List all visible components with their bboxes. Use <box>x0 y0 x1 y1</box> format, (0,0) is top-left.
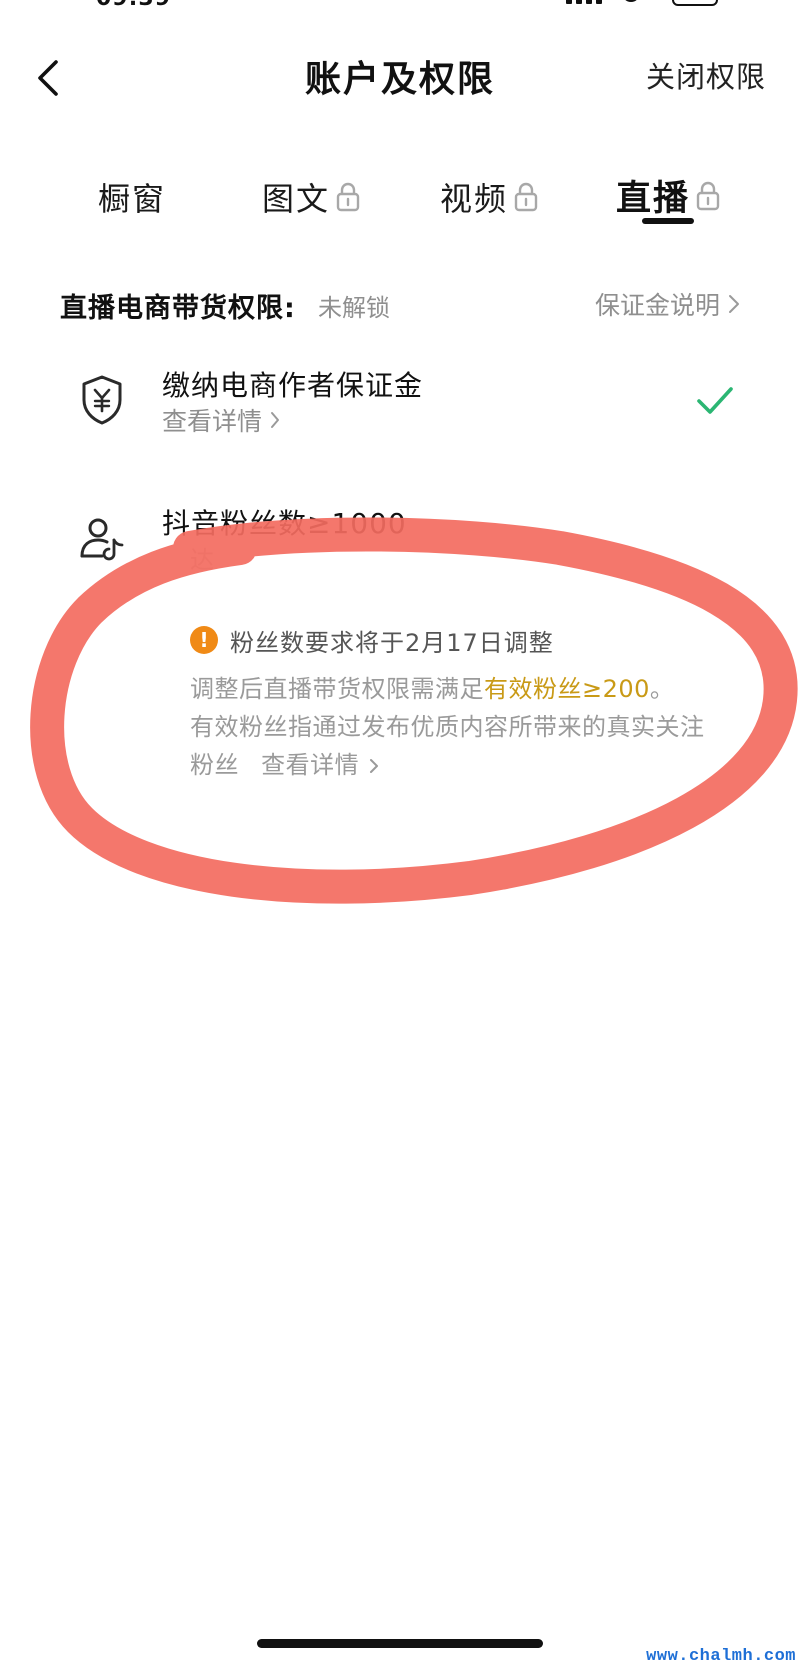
requirement-deposit: 缴纳电商作者保证金 查看详情 <box>0 360 800 450</box>
deposit-info-link[interactable]: 保证金说明 <box>595 286 740 322</box>
fans-adjust-notice: ! 粉丝数要求将于2月17日调整 调整后直播带货权限需满足有效粉丝≥200。 有… <box>190 622 710 784</box>
tab-label: 橱窗 <box>98 180 167 218</box>
requirement-detail-label: 查看详情 <box>162 407 263 436</box>
nav-header: 账户及权限 关闭权限 <box>0 40 800 120</box>
notice-body-suffix: 。 <box>649 675 675 703</box>
requirement-status: 达 <box>190 546 214 574</box>
chevron-right-icon <box>271 412 280 428</box>
watermark: www.chalmh.com <box>646 1647 796 1666</box>
tab-video[interactable]: 视频 <box>440 174 540 220</box>
notice-detail-link[interactable]: 查看详情 <box>261 751 379 779</box>
tab-showcase[interactable]: 橱窗 <box>98 174 166 220</box>
battery-icon <box>672 0 718 6</box>
deposit-info-label: 保证金说明 <box>594 291 720 320</box>
warning-icon: ! <box>190 626 218 654</box>
tab-label: 视频 <box>440 180 509 218</box>
lock-icon <box>696 181 720 210</box>
tab-live[interactable]: 直播 <box>616 170 722 221</box>
active-tab-indicator <box>642 218 694 224</box>
lock-icon <box>514 182 538 212</box>
wifi-icon <box>622 0 640 2</box>
home-indicator[interactable] <box>257 1639 543 1648</box>
section-title: 直播电商带货权限: <box>60 293 296 324</box>
user-music-icon <box>80 518 124 561</box>
notice-body: 调整后直播带货权限需满足有效粉丝≥200。 有效粉丝指通过发布优质内容所带来的真… <box>190 670 710 784</box>
tab-label: 直播 <box>616 179 691 219</box>
notice-title: 粉丝数要求将于2月17日调整 <box>230 628 554 657</box>
status-bar: 09:39 <box>0 0 800 24</box>
notice-highlight: 有效粉丝≥200 <box>484 675 650 703</box>
tab-graphic[interactable]: 图文 <box>262 174 362 220</box>
lock-icon <box>336 182 360 212</box>
notice-body-prefix: 调整后直播带货权限需满足 <box>190 675 484 703</box>
notice-detail-label: 查看详情 <box>261 751 360 779</box>
requirement-detail-link[interactable]: 查看详情 <box>162 402 280 438</box>
status-time: 09:39 <box>96 0 171 11</box>
tab-bar: 橱窗 图文 视频 直播 <box>0 160 800 240</box>
requirement-title: 缴纳电商作者保证金 <box>162 369 424 402</box>
notice-header: ! 粉丝数要求将于2月17日调整 <box>190 622 710 658</box>
check-icon <box>697 387 733 414</box>
requirement-title: 抖音粉丝数≥1000 <box>162 507 407 540</box>
annotation-circle <box>30 517 798 904</box>
signal-icon <box>566 0 606 4</box>
requirement-fans: 抖音粉丝数≥1000 达 <box>0 500 800 580</box>
close-permission-button[interactable]: 关闭权限 <box>646 54 766 96</box>
section-status: 未解锁 <box>318 294 390 322</box>
shield-yen-icon <box>82 375 122 425</box>
chevron-right-icon <box>370 759 379 773</box>
section-header: 直播电商带货权限: 未解锁 保证金说明 <box>0 280 800 330</box>
tab-label: 图文 <box>262 180 331 218</box>
chevron-right-icon <box>729 295 739 313</box>
